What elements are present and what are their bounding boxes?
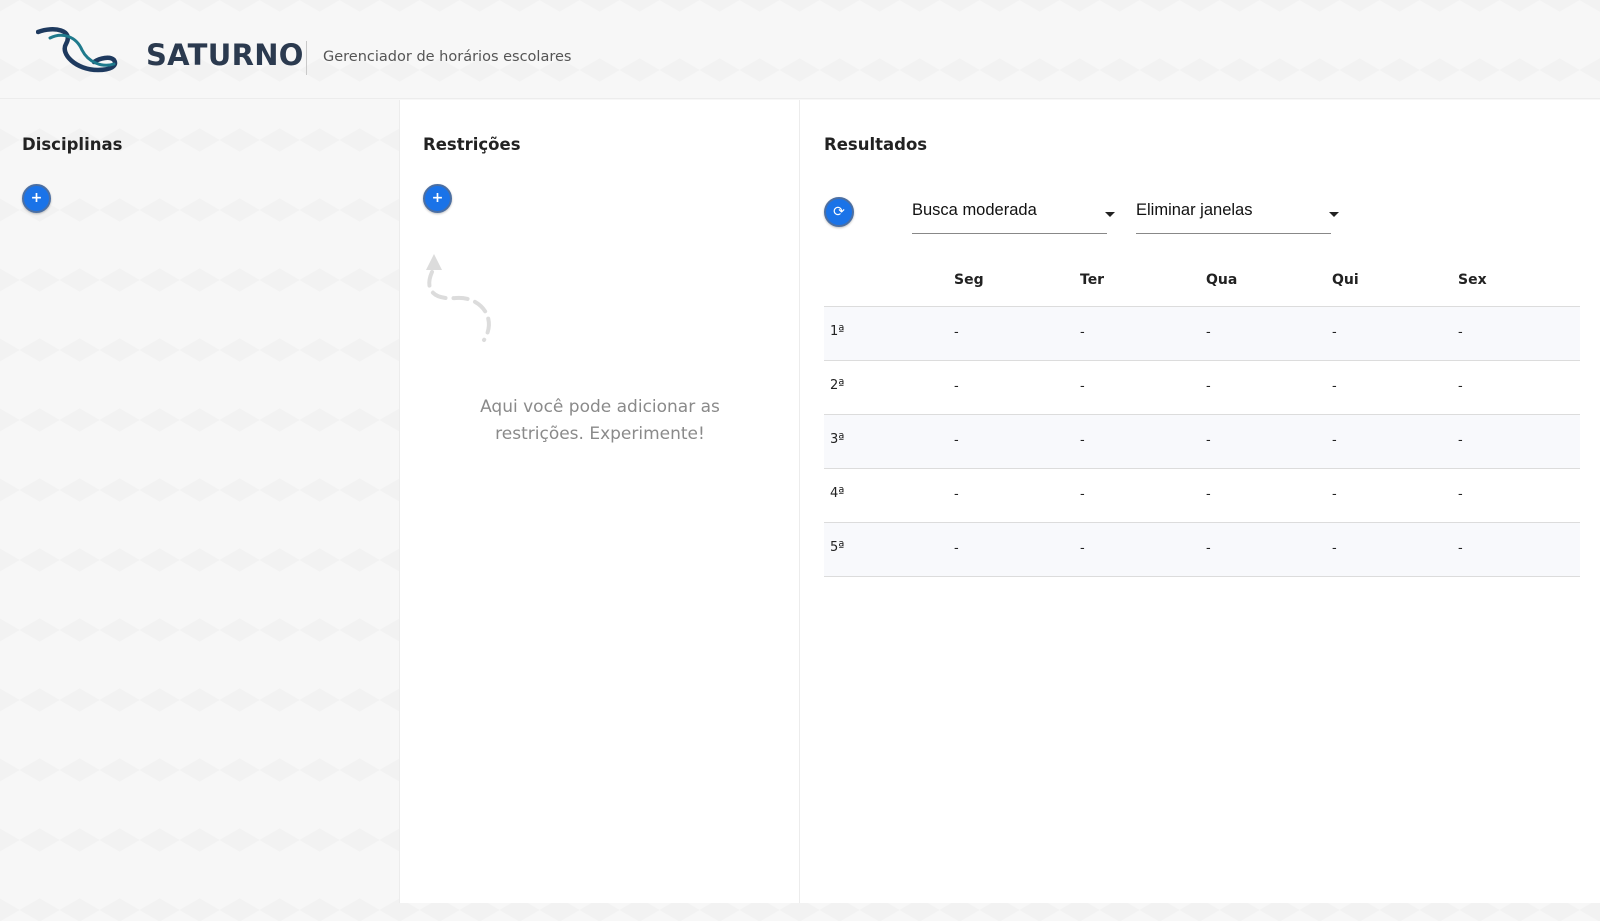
restricoes-hint: Aqui você pode adicionar as restrições. …	[480, 397, 720, 444]
search-mode-value: Busca moderada	[912, 201, 1037, 219]
brand-divider	[306, 41, 307, 75]
day-header: Qua	[1206, 272, 1238, 288]
schedule-row: 1ª - - - - -	[824, 307, 1580, 361]
schedule-cell: -	[1332, 379, 1337, 394]
period-label: 5ª	[830, 540, 845, 555]
schedule-row: 4ª - - - - -	[824, 469, 1580, 523]
resultados-title: Resultados	[824, 135, 928, 154]
schedule-cell: -	[954, 433, 959, 448]
disciplinas-panel: Disciplinas +	[0, 100, 399, 903]
restricoes-title: Restrições	[423, 135, 521, 154]
search-mode-select[interactable]: Busca moderada	[912, 196, 1115, 234]
day-header: Seg	[954, 272, 984, 288]
brand-name: SATURNO	[146, 38, 304, 72]
add-restricao-button[interactable]: +	[423, 184, 452, 213]
dashed-arrow-icon	[426, 254, 491, 342]
schedule-cell: -	[1458, 541, 1463, 556]
period-label: 3ª	[830, 432, 845, 447]
schedule-cell: -	[1332, 433, 1337, 448]
schedule-row: 5ª - - - - -	[824, 523, 1580, 577]
period-label: 4ª	[830, 486, 845, 501]
day-header: Ter	[1080, 272, 1105, 288]
period-label: 1ª	[830, 324, 845, 339]
schedule-cell: -	[1458, 487, 1463, 502]
schedule-cell: -	[1206, 487, 1211, 502]
schedule-table: Seg Ter Qua Qui Sex 1ª - - - - - 2ª - - …	[824, 255, 1580, 577]
app-header: SATURNO Gerenciador de horários escolare…	[0, 0, 1600, 99]
chevron-down-icon	[1329, 212, 1339, 217]
schedule-cell: -	[1080, 541, 1085, 556]
schedule-cell: -	[1080, 379, 1085, 394]
schedule-cell: -	[1332, 325, 1337, 340]
schedule-cell: -	[1080, 325, 1085, 340]
schedule-cell: -	[1206, 433, 1211, 448]
schedule-cell: -	[1332, 541, 1337, 556]
schedule-cell: -	[1458, 379, 1463, 394]
add-disciplina-button[interactable]: +	[22, 184, 51, 213]
disciplinas-title: Disciplinas	[22, 135, 123, 154]
schedule-cell: -	[1206, 541, 1211, 556]
saturn-logo-icon	[36, 27, 118, 73]
window-mode-select[interactable]: Eliminar janelas	[1136, 196, 1339, 234]
schedule-row: 3ª - - - - -	[824, 415, 1580, 469]
schedule-row: 2ª - - - - -	[824, 361, 1580, 415]
day-header: Qui	[1332, 272, 1359, 288]
schedule-cell: -	[954, 325, 959, 340]
window-mode-value: Eliminar janelas	[1136, 201, 1253, 219]
schedule-cell: -	[1206, 325, 1211, 340]
day-header: Sex	[1458, 272, 1487, 288]
resultados-panel: Resultados ⟳ Busca moderada Eliminar jan…	[799, 100, 1600, 903]
refresh-button[interactable]: ⟳	[824, 197, 854, 227]
chevron-down-icon	[1105, 212, 1115, 217]
schedule-cell: -	[954, 379, 959, 394]
schedule-cell: -	[1332, 487, 1337, 502]
schedule-cell: -	[954, 541, 959, 556]
schedule-cell: -	[954, 487, 959, 502]
schedule-cell: -	[1206, 379, 1211, 394]
restricoes-panel: Restrições + Aqui você pode adicionar as…	[399, 100, 799, 903]
schedule-cell: -	[1080, 433, 1085, 448]
schedule-cell: -	[1458, 433, 1463, 448]
brand-tagline: Gerenciador de horários escolares	[323, 49, 572, 65]
period-label: 2ª	[830, 378, 845, 393]
schedule-header: Seg Ter Qua Qui Sex	[824, 255, 1580, 307]
schedule-cell: -	[1080, 487, 1085, 502]
schedule-cell: -	[1458, 325, 1463, 340]
